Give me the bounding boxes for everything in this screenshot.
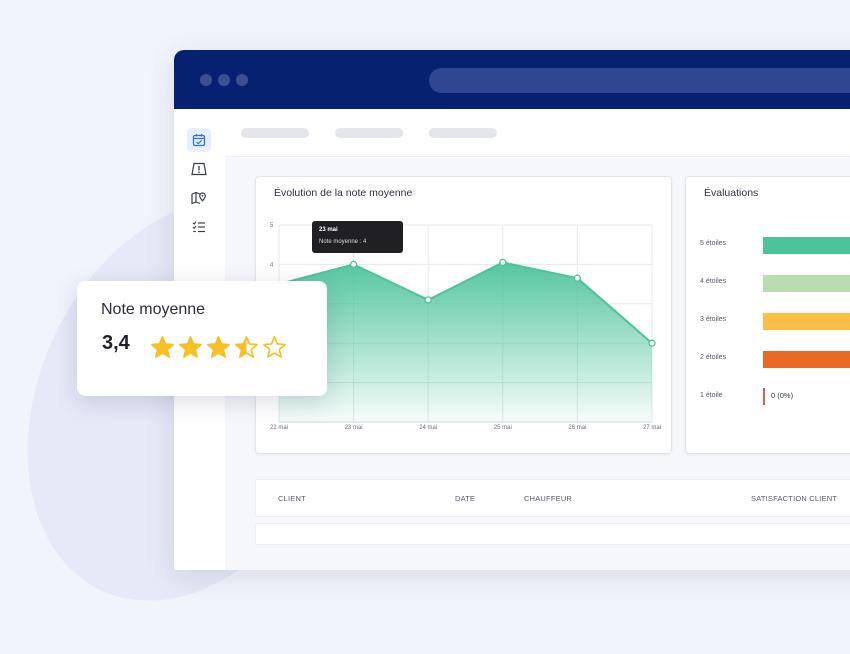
eval-bar-1[interactable]: [763, 388, 765, 405]
nav-placeholder[interactable]: [429, 128, 497, 138]
star-icon: [151, 336, 174, 358]
eval-label-5: 5 étoiles: [700, 240, 727, 247]
star-icon: [179, 336, 202, 358]
column-date[interactable]: DATE: [455, 494, 475, 503]
x-tick-label: 24 mai: [419, 425, 437, 431]
chart-point[interactable]: [424, 296, 432, 304]
eval-label-3: 3 étoiles: [700, 316, 727, 323]
chart-point[interactable]: [648, 339, 656, 347]
star-icon: [207, 336, 230, 358]
table-header: CLIENT DATE CHAUFFEUR SATISFACTION CLIEN…: [255, 479, 850, 517]
average-rating-value: 3,4: [102, 332, 130, 354]
eval-bar-2[interactable]: [763, 351, 850, 368]
chart-point[interactable]: [573, 274, 582, 282]
average-rating-card: Note moyenne 3,4: [77, 281, 327, 396]
eval-label-4: 4 étoiles: [700, 278, 727, 285]
x-tick-label: 26 mai: [568, 425, 586, 431]
star-icon: [263, 336, 286, 358]
x-tick-label: 23 mai: [345, 425, 363, 431]
x-tick-label: 25 mai: [494, 425, 512, 431]
star-icon: [235, 336, 258, 358]
eval-label-2: 2 étoiles: [700, 354, 727, 361]
eval-bar-4[interactable]: [763, 275, 850, 292]
chart-point[interactable]: [349, 260, 358, 269]
window-dot[interactable]: [200, 74, 212, 86]
nav-placeholder[interactable]: [241, 128, 309, 138]
y-tick-label: 5: [270, 223, 274, 229]
calendar-check-icon[interactable]: [187, 128, 211, 152]
average-rating-title: Note moyenne: [101, 301, 206, 318]
eval-bar-5[interactable]: [763, 237, 850, 254]
address-bar[interactable]: [429, 68, 850, 93]
evaluations-card: Évaluations 5 étoiles 4 étoiles 3 étoile…: [685, 176, 850, 454]
column-satisfaction[interactable]: SATISFACTION CLIENT: [751, 494, 837, 503]
column-client[interactable]: CLIENT: [278, 494, 306, 503]
title-bar: [174, 50, 850, 109]
map-pin-icon[interactable]: [187, 186, 211, 210]
x-tick-label: 27 mai: [643, 425, 661, 431]
chart-area: [279, 262, 652, 422]
tooltip-date: 23 mai: [319, 227, 338, 233]
star-rating: [150, 335, 287, 360]
table-row[interactable]: [255, 523, 850, 545]
x-tick-label: 22 mai: [270, 425, 288, 431]
nav-placeholder[interactable]: [335, 128, 403, 138]
tooltip-value: Note moyenne : 4: [319, 239, 367, 245]
window-dot[interactable]: [218, 74, 230, 86]
chart-point[interactable]: [499, 258, 507, 267]
column-chauffeur[interactable]: CHAUFFEUR: [524, 494, 572, 503]
chart-tooltip: 23 mai Note moyenne : 4: [312, 221, 403, 253]
evaluations-title: Évaluations: [704, 187, 759, 199]
eval-value-1: 0 (0%): [771, 391, 794, 400]
eval-label-1: 1 étoile: [700, 392, 723, 399]
eval-bar-3[interactable]: [763, 313, 850, 330]
checklist-icon[interactable]: [187, 215, 211, 239]
window-dot[interactable]: [236, 74, 248, 86]
top-bar: [225, 109, 850, 157]
road-warning-icon[interactable]: [187, 157, 211, 181]
y-tick-label: 4: [270, 262, 274, 268]
